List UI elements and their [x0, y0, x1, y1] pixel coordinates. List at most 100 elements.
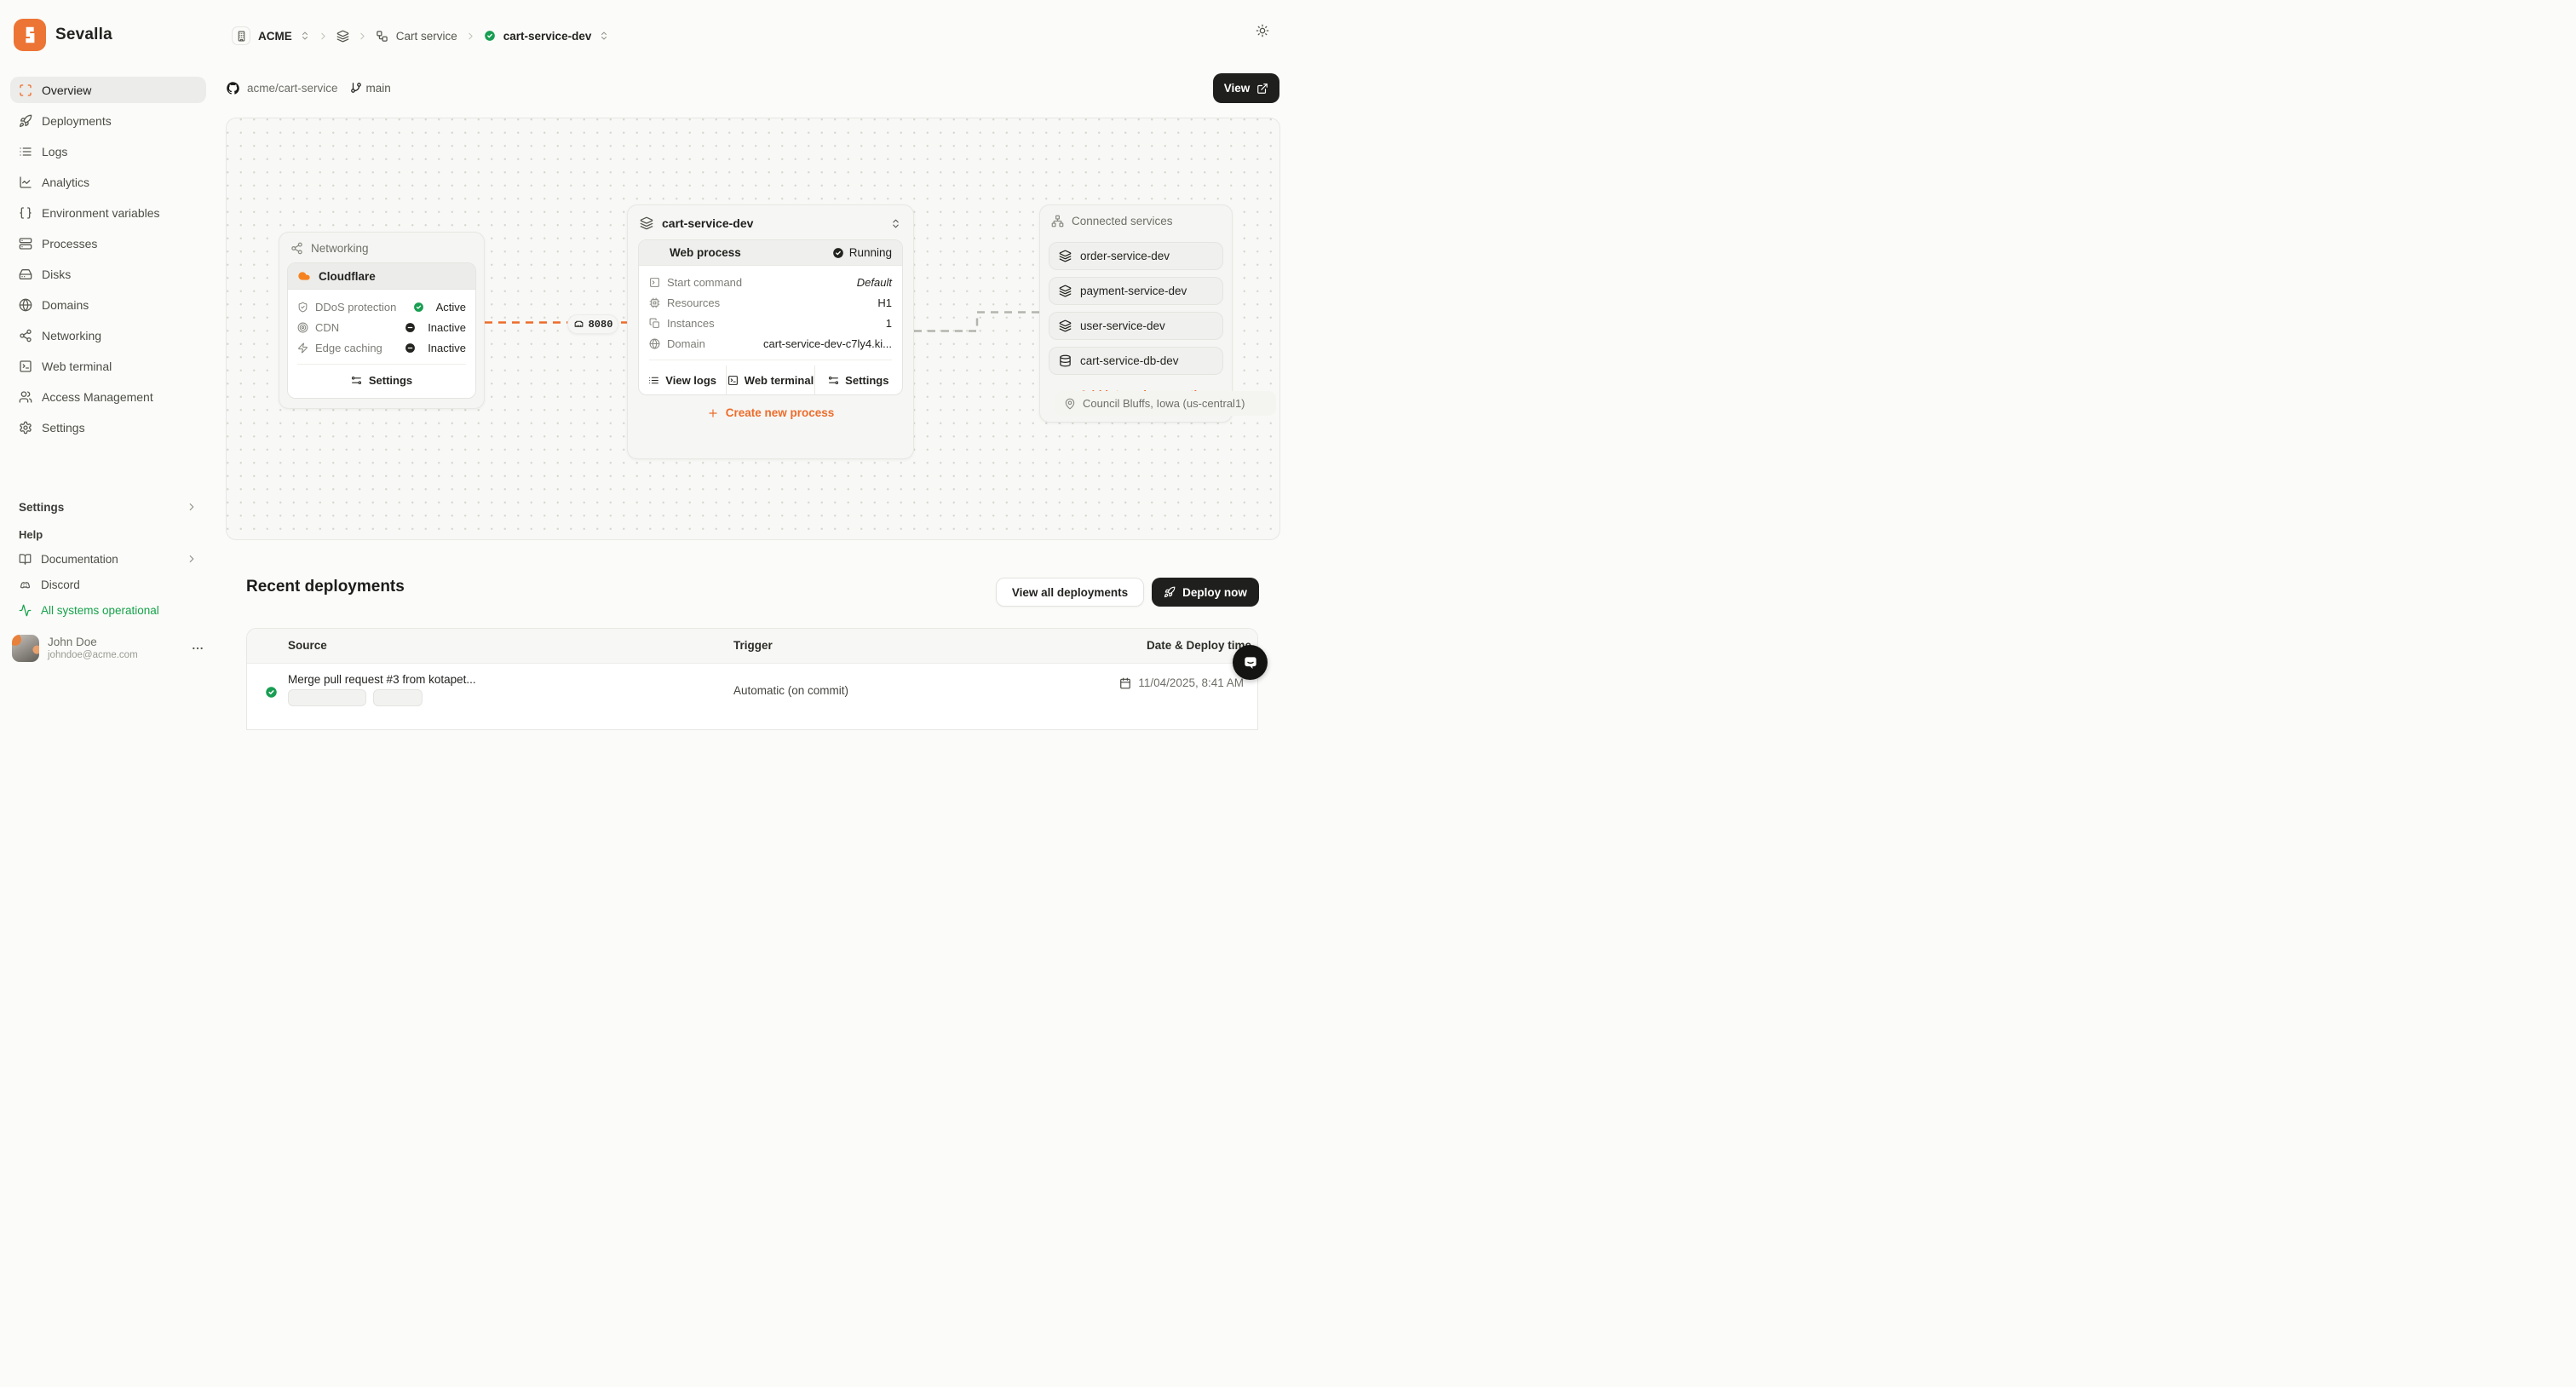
braces-icon: [19, 206, 32, 220]
view-button[interactable]: View: [1213, 73, 1279, 103]
sidebar-item-label: Overview: [42, 83, 91, 97]
disc-icon: [297, 322, 308, 333]
cloudflare-header[interactable]: Cloudflare: [288, 263, 475, 290]
ethernet-port-icon: [573, 319, 584, 330]
org-chip[interactable]: [232, 26, 250, 45]
region-label: Council Bluffs, Iowa (us-central1): [1083, 397, 1245, 410]
connected-services-header: Connected services: [1049, 205, 1223, 235]
edge-caching-value: Inactive: [428, 342, 466, 354]
footer-settings[interactable]: Settings: [10, 494, 206, 520]
sidebar-item-web-terminal[interactable]: Web terminal: [10, 353, 206, 379]
web-process-header[interactable]: Web process Running: [639, 240, 902, 266]
branch-name: main: [366, 82, 391, 95]
repo-name[interactable]: acme/cart-service: [247, 82, 338, 95]
service-node[interactable]: cart-service-dev Web process Running Sta…: [627, 204, 914, 459]
sidebar-item-label: Logs: [42, 145, 67, 158]
start-command-value: Default: [857, 276, 892, 289]
view-logs-button[interactable]: View logs: [639, 365, 726, 394]
sidebar-item-label: Access Management: [42, 390, 153, 404]
overview-icon: [19, 83, 32, 97]
support-chat-button[interactable]: [1233, 645, 1268, 680]
system-status-label: All systems operational: [41, 604, 159, 617]
sliders-icon: [351, 375, 362, 386]
connected-service-user[interactable]: user-service-dev: [1049, 312, 1223, 340]
sidebar-item-settings[interactable]: Settings: [10, 414, 206, 440]
breadcrumb-project[interactable]: Cart service: [396, 30, 457, 43]
deploy-now-label: Deploy now: [1182, 586, 1247, 599]
start-command-label: Start command: [667, 276, 742, 289]
resources-row: Resources H1: [649, 292, 892, 313]
layers-icon: [640, 216, 653, 230]
chart-icon: [19, 176, 32, 189]
breadcrumb-org[interactable]: ACME: [258, 30, 292, 43]
plus-icon: [707, 407, 719, 419]
deployment-trigger: Automatic (on commit): [733, 684, 848, 697]
cpu-icon: [649, 297, 660, 308]
networking-node-header: Networking: [279, 233, 484, 262]
gear-icon: [19, 421, 32, 435]
user-email: johndoe@acme.com: [48, 649, 138, 661]
connected-service-name: payment-service-dev: [1080, 285, 1187, 297]
process-settings-button[interactable]: Settings: [814, 365, 902, 394]
connected-service-name: order-service-dev: [1080, 250, 1170, 262]
edge-caching-label: Edge caching: [315, 342, 382, 354]
system-status[interactable]: All systems operational: [10, 597, 206, 623]
main-area: ACME Cart service cart-service-dev acme/…: [216, 0, 1288, 694]
chat-bubble-icon: [1242, 654, 1259, 671]
deployments-heading: Recent deployments: [246, 578, 405, 596]
footer-discord[interactable]: Discord: [10, 572, 206, 597]
sidebar-item-label: Networking: [42, 329, 101, 342]
git-branch-icon: [350, 82, 362, 94]
view-logs-label: View logs: [665, 374, 716, 387]
networking-settings-button[interactable]: Settings: [297, 370, 466, 390]
sidebar-item-domains[interactable]: Domains: [10, 291, 206, 318]
web-terminal-label: Web terminal: [745, 374, 814, 387]
sidebar-item-networking[interactable]: Networking: [10, 322, 206, 348]
layers-icon[interactable]: [336, 30, 349, 43]
ellipsis-icon[interactable]: [191, 642, 204, 655]
sidebar-item-deployments[interactable]: Deployments: [10, 107, 206, 134]
connected-services-node[interactable]: Connected services order-service-dev pay…: [1039, 204, 1233, 423]
networking-node[interactable]: Networking Cloudflare DDoS protection Ac…: [279, 232, 485, 409]
create-process-button[interactable]: Create new process: [628, 406, 913, 419]
ddos-value: Active: [436, 301, 466, 314]
sidebar-item-disks[interactable]: Disks: [10, 261, 206, 287]
app-name: Sevalla: [55, 26, 112, 44]
footer-documentation[interactable]: Documentation: [10, 546, 206, 572]
web-process-icon: [649, 246, 662, 259]
sevalla-logo-icon: [14, 19, 46, 51]
sidebar-item-overview[interactable]: Overview: [10, 77, 206, 103]
connected-service-db[interactable]: cart-service-db-dev: [1049, 347, 1223, 375]
view-all-deployments-button[interactable]: View all deployments: [996, 578, 1144, 607]
server-icon: [19, 237, 32, 250]
sidebar-item-processes[interactable]: Processes: [10, 230, 206, 256]
sidebar-item-logs[interactable]: Logs: [10, 138, 206, 164]
calendar-icon: [1119, 677, 1131, 689]
running-status-icon: [832, 247, 844, 259]
copies-icon: [649, 318, 660, 329]
topology-canvas[interactable]: Networking Cloudflare DDoS protection Ac…: [226, 118, 1280, 540]
connected-services-title: Connected services: [1072, 215, 1173, 227]
web-terminal-button[interactable]: Web terminal: [726, 365, 814, 394]
column-source: Source: [288, 639, 327, 652]
cloudflare-card: Cloudflare DDoS protection Active CDN In…: [287, 262, 476, 399]
network-icon: [290, 242, 303, 255]
deployment-badges: [288, 689, 423, 706]
chevrons-up-down-icon[interactable]: [890, 218, 901, 229]
sidebar-item-environment-variables[interactable]: Environment variables: [10, 199, 206, 226]
globe-icon: [649, 338, 660, 349]
chevrons-up-down-icon[interactable]: [599, 31, 609, 41]
deploy-now-button[interactable]: Deploy now: [1152, 578, 1259, 607]
chevrons-up-down-icon[interactable]: [300, 31, 310, 41]
user-account[interactable]: John Doe johndoe@acme.com: [10, 635, 206, 662]
sidebar-item-access-management[interactable]: Access Management: [10, 383, 206, 410]
footer-discord-label: Discord: [41, 578, 80, 591]
deployment-source[interactable]: Merge pull request #3 from kotapet...: [288, 673, 476, 686]
domain-value[interactable]: cart-service-dev-c7ly4.ki...: [763, 337, 892, 350]
connected-service-payment[interactable]: payment-service-dev: [1049, 277, 1223, 305]
theme-toggle-button[interactable]: [1256, 24, 1269, 40]
sidebar-item-analytics[interactable]: Analytics: [10, 169, 206, 195]
connected-service-order[interactable]: order-service-dev: [1049, 242, 1223, 270]
breadcrumb-env[interactable]: cart-service-dev: [503, 30, 592, 43]
service-node-header[interactable]: cart-service-dev: [628, 205, 913, 239]
